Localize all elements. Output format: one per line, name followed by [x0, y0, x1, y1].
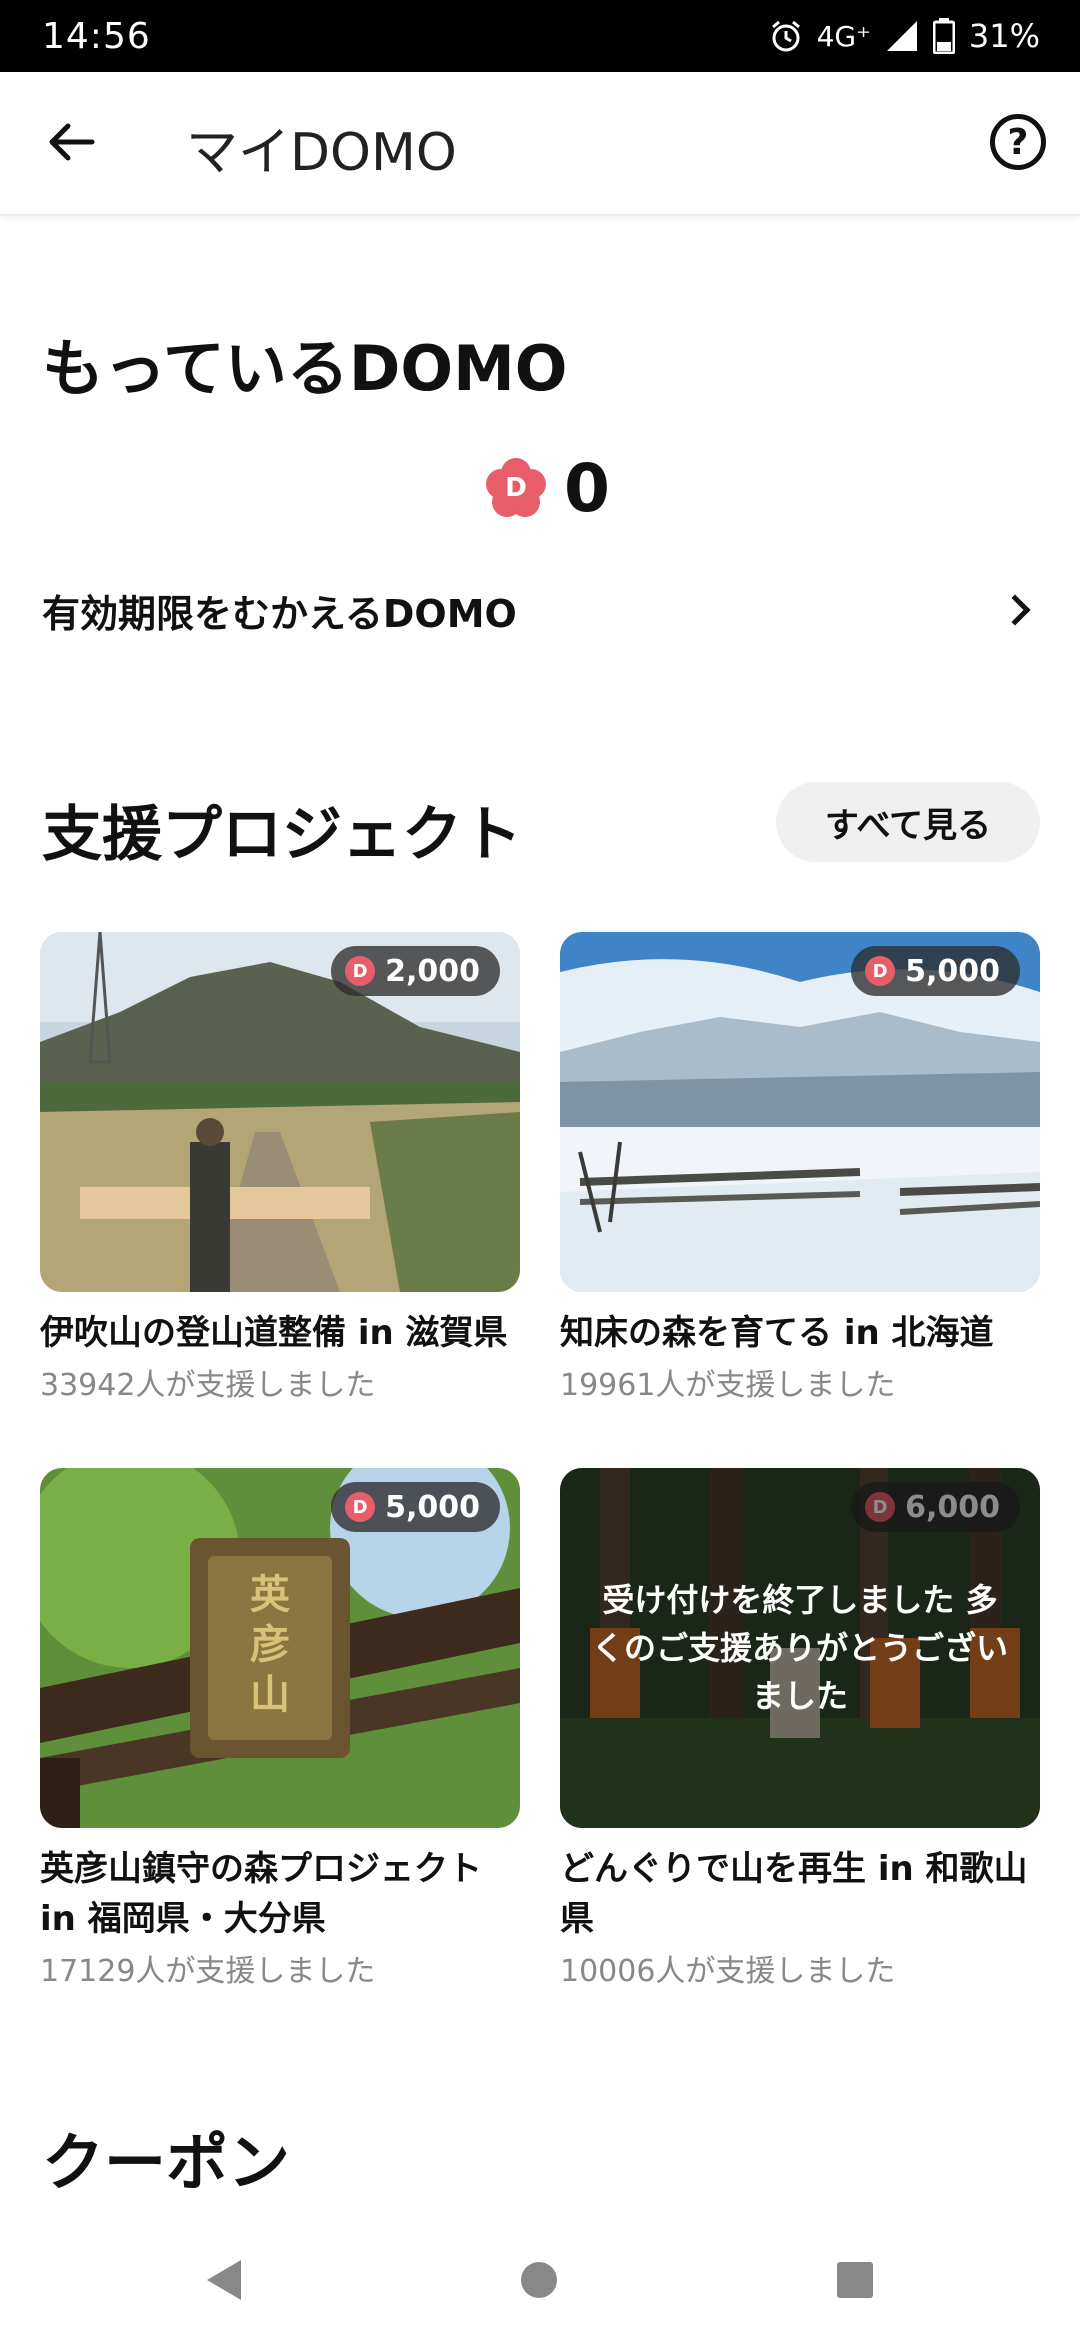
svg-text:山: 山: [250, 1672, 290, 1718]
system-nav-bar: [0, 2220, 1080, 2340]
chevron-right-icon: [999, 594, 1031, 626]
project-supporters: 17129人が支援しました: [40, 1954, 376, 1989]
project-image: D 2,000: [40, 932, 520, 1292]
project-image: D 5,000: [560, 932, 1040, 1292]
status-bar: 14:56 4G⁺ 31%: [0, 0, 1080, 72]
network-type: 4G⁺: [816, 19, 871, 53]
coupon-section-title: クーポン: [42, 2126, 291, 2199]
projects-section-title: 支援プロジェクト: [42, 800, 522, 870]
project-card-hikosan[interactable]: 英 彦 山 D 5,000 英彦山鎮守の森プロジェクト in 福岡県・大分県 1…: [40, 1468, 520, 1990]
project-name: 英彦山鎮守の森プロジェクト in 福岡県・大分県: [40, 1849, 482, 1939]
project-image: D 6,000 受け付けを終了しました 多くのご支援ありがとうございました: [560, 1468, 1040, 1828]
domo-balance-value: 0: [564, 449, 610, 527]
alarm-icon: [771, 20, 800, 52]
battery-percent: 31%: [968, 17, 1040, 55]
project-name: どんぐりで山を再生 in 和歌山県: [560, 1849, 1028, 1939]
nav-home-icon[interactable]: [521, 2262, 557, 2298]
question-icon: ?: [1007, 121, 1029, 163]
expiring-domo-label: 有効期限をむかえるDOMO: [42, 591, 517, 636]
project-supporters: 19961人が支援しました: [560, 1368, 896, 1403]
project-name: 伊吹山の登山道整備 in 滋賀県: [40, 1313, 508, 1353]
project-card-ibuki[interactable]: D 2,000 伊吹山の登山道整備 in 滋賀県 33942人が支援しました: [40, 932, 520, 1404]
nav-back-icon[interactable]: [207, 2260, 241, 2300]
battery-icon: [932, 18, 955, 54]
domo-cost: 5,000: [385, 1489, 480, 1525]
domo-balance: D 0: [486, 450, 610, 527]
domo-coin-icon: D: [345, 1492, 376, 1522]
app-bar: マイDOMO ?: [0, 72, 1080, 216]
svg-text:彦: 彦: [250, 1622, 290, 1668]
page-title: マイDOMO: [186, 123, 457, 183]
domo-cost-badge: D 2,000: [331, 946, 500, 996]
see-all-button[interactable]: すべて見る: [776, 782, 1040, 862]
domo-cost-badge: D 5,000: [851, 946, 1020, 996]
help-button[interactable]: ?: [990, 114, 1046, 170]
signal-icon: [886, 21, 917, 51]
project-supporters: 10006人が支援しました: [560, 1954, 896, 1989]
project-card-wakayama[interactable]: D 6,000 受け付けを終了しました 多くのご支援ありがとうございました どん…: [560, 1468, 1040, 1990]
project-image: 英 彦 山 D 5,000: [40, 1468, 520, 1828]
domo-cost: 5,000: [905, 953, 1000, 989]
expiring-domo-row[interactable]: 有効期限をむかえるDOMO: [42, 574, 1038, 646]
nav-recents-icon[interactable]: [837, 2262, 873, 2298]
svg-text:英: 英: [250, 1572, 291, 1618]
project-supporters: 33942人が支援しました: [40, 1368, 376, 1403]
domo-coin-icon: D: [486, 458, 546, 518]
back-button[interactable]: [40, 110, 104, 174]
status-icons: 4G⁺ 31%: [769, 14, 1040, 58]
domo-coin-icon: D: [865, 956, 896, 986]
project-card-shiretoko[interactable]: D 5,000 知床の森を育てる in 北海道 19961人が支援しました: [560, 932, 1040, 1404]
domo-cost: 2,000: [385, 953, 480, 989]
domo-cost-badge: D 5,000: [331, 1482, 500, 1532]
arrow-left-icon: [49, 123, 95, 161]
status-time: 14:56: [42, 16, 151, 57]
closed-overlay: 受け付けを終了しました 多くのご支援ありがとうございました: [560, 1468, 1040, 1828]
project-name: 知床の森を育てる in 北海道: [560, 1313, 994, 1353]
domo-coin-icon: D: [345, 956, 376, 986]
domo-section-title: もっているDOMO: [42, 332, 568, 405]
